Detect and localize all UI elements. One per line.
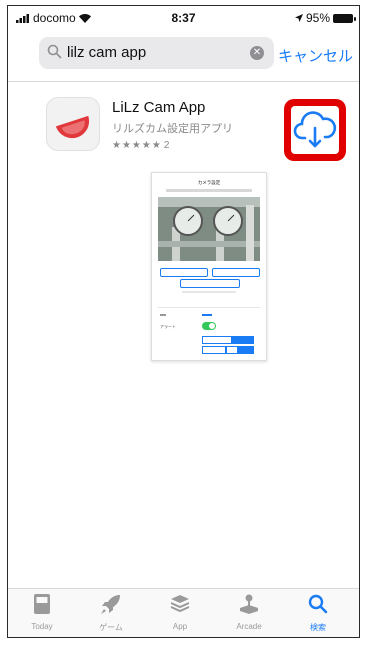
preview-photo [158,197,260,261]
rating: ★★★★★ 2 [112,140,169,151]
preview-button [212,268,260,277]
location-icon [294,14,303,22]
preview-toggle-knob [209,323,215,329]
app-store-screen: docomo 8:37 95% lilz cam app ✕ キャンセル LiL… [7,5,360,638]
search-icon [308,594,328,614]
preview-toggle [202,322,216,330]
tab-apps[interactable]: App [150,593,210,631]
preview-separator [158,307,260,308]
rating-stars: ★★★★★ [112,140,162,151]
rating-count: 2 [163,140,170,151]
tab-label: Today [31,622,53,631]
tab-label: App [172,622,188,631]
clear-search-icon[interactable]: ✕ [250,46,264,60]
preview-button [180,279,240,288]
cancel-button[interactable]: キャンセル [278,45,353,66]
rocket-icon [101,595,120,614]
preview-segment-active [238,346,254,354]
preview-segment [226,346,238,354]
preview-segment-active [232,336,254,344]
tab-games[interactable]: ゲーム [81,593,141,633]
today-icon [34,594,50,614]
tab-label: Arcade [236,622,262,631]
preview-toggle-label: アラート [160,324,176,329]
divider [8,81,359,82]
preview-button [160,268,208,277]
search-query: lilz cam app [67,44,147,61]
layers-icon [170,595,190,613]
preview-segment [202,336,232,344]
app-title[interactable]: LiLz Cam App [112,99,205,116]
download-button[interactable] [291,106,339,154]
preview-line [160,314,166,316]
battery-icon [333,13,356,23]
preview-line [182,291,236,293]
battery-percent: 95% [305,11,330,25]
app-screenshot-preview[interactable]: カメラ設定 アラート [151,172,267,361]
lilz-logo-icon [55,115,90,139]
cloud-download-icon [293,111,337,148]
battery-status: 95% [294,11,356,25]
preview-segment [202,346,226,354]
magnifier-icon [47,44,62,59]
tab-bar: Today ゲーム App Arcade 検索 [8,588,359,637]
search-row: lilz cam app ✕ キャンセル [8,35,359,75]
status-bar: docomo 8:37 95% [8,6,359,30]
preview-line [166,189,252,192]
tab-label: ゲーム [99,623,123,632]
tab-label: 検索 [310,623,326,632]
gauge-photo-image [158,197,260,261]
joystick-icon [240,594,258,614]
tab-search[interactable]: 検索 [288,593,348,633]
app-icon[interactable] [46,97,100,151]
preview-line [202,314,212,316]
tab-today[interactable]: Today [12,593,72,631]
search-input[interactable]: lilz cam app ✕ [39,37,274,69]
download-highlight [284,99,346,161]
preview-header: カメラ設定 [197,180,221,185]
app-subtitle: リルズカム設定用アプリ [112,123,233,135]
tab-arcade[interactable]: Arcade [219,593,279,631]
